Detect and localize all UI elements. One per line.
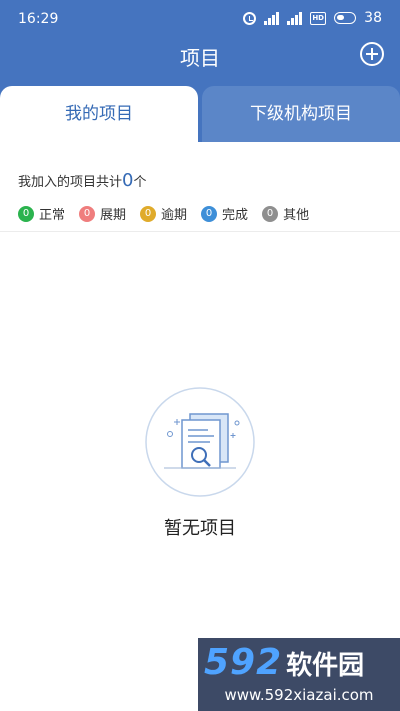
project-summary: 我加入的项目共计0个 0 正常 0 展期 0 逾期 0 完成 0 其他	[0, 142, 400, 232]
legend-count-overdue: 0	[140, 205, 157, 222]
legend-label-other: 其他	[283, 208, 310, 223]
summary-prefix: 我加入的项目共计	[18, 175, 123, 190]
watermark-logo: 592 软件园	[204, 642, 364, 683]
legend-count-other: 0	[262, 205, 279, 222]
legend-item-overdue[interactable]: 0 逾期	[140, 204, 187, 223]
watermark-number: 592	[204, 642, 283, 683]
status-time: 16:29	[18, 11, 59, 27]
legend-label-completed: 完成	[222, 208, 249, 223]
summary-line: 我加入的项目共计0个	[18, 170, 146, 191]
legend-label-overdue: 逾期	[161, 208, 188, 223]
legend-label-extended: 展期	[100, 208, 127, 223]
battery-level: 38	[364, 10, 382, 26]
legend-item-extended[interactable]: 0 展期	[79, 204, 126, 223]
tab-my-projects[interactable]: 我的项目	[0, 86, 198, 142]
battery-icon	[334, 12, 357, 24]
watermark-url: www.592xiazai.com	[224, 686, 374, 704]
screen: 16:29 HD 38 项目 我的项目 下级机构项目 我加入的项目共计0个 0 …	[0, 0, 400, 711]
hd-icon: HD	[310, 11, 327, 25]
legend-label-normal: 正常	[39, 208, 66, 223]
summary-count: 0	[122, 170, 134, 191]
alarm-icon	[243, 11, 257, 25]
header: 16:29 HD 38 项目 我的项目 下级机构项目	[0, 0, 400, 142]
legend-item-normal[interactable]: 0 正常	[18, 204, 65, 223]
status-legend: 0 正常 0 展期 0 逾期 0 完成 0 其他	[18, 204, 309, 223]
signal-icon	[287, 11, 303, 25]
tab-bar: 我的项目 下级机构项目	[0, 86, 400, 142]
document-search-icon	[145, 387, 255, 497]
signal-icon	[264, 11, 280, 25]
summary-suffix: 个	[133, 175, 147, 190]
site-watermark: 592 软件园 www.592xiazai.com	[198, 638, 400, 711]
page-title: 项目	[180, 46, 220, 70]
legend-count-completed: 0	[201, 205, 218, 222]
title-bar: 项目	[0, 38, 400, 84]
add-project-button[interactable]	[360, 42, 384, 66]
legend-count-normal: 0	[18, 205, 34, 222]
legend-item-other[interactable]: 0 其他	[262, 204, 309, 223]
empty-state: 暂无项目	[0, 386, 400, 540]
legend-count-extended: 0	[79, 205, 96, 222]
tab-sub-org-projects[interactable]: 下级机构项目	[202, 86, 400, 142]
empty-text: 暂无项目	[164, 518, 236, 539]
status-icons: HD 38	[243, 10, 382, 26]
legend-item-completed[interactable]: 0 完成	[201, 204, 248, 223]
status-bar: 16:29 HD 38	[0, 0, 400, 38]
watermark-text: 软件园	[286, 651, 365, 681]
